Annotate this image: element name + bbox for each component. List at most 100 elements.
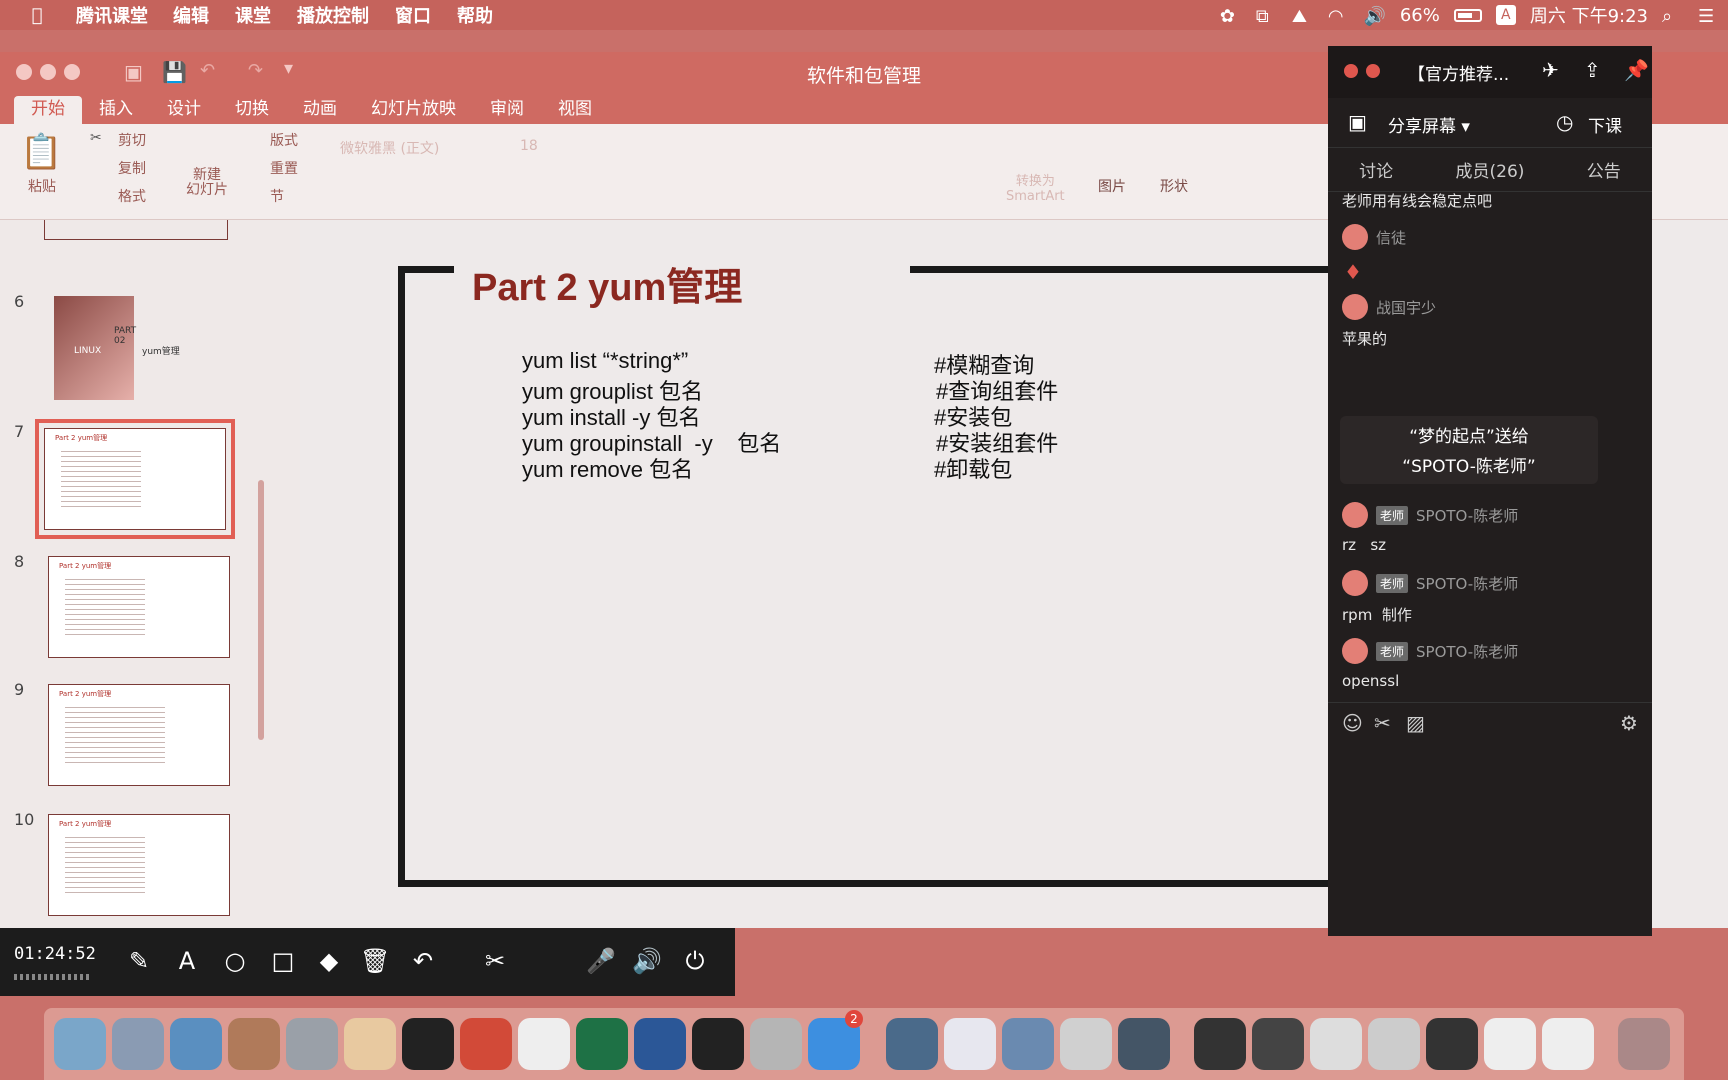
avatar[interactable] [1342,570,1368,596]
excel-icon[interactable] [576,1018,628,1070]
avatar[interactable] [1342,294,1368,320]
activity-monitor-icon[interactable] [1060,1018,1112,1070]
wechat-icon[interactable] [518,1018,570,1070]
menu-playback[interactable]: 播放控制 [284,2,382,28]
scissors-icon[interactable]: ✂ [480,946,510,976]
format-painter-button[interactable]: 格式 [118,186,146,206]
tab-review[interactable]: 审阅 [473,96,541,124]
rectangle-icon[interactable]: □ [268,946,298,976]
apple-icon[interactable]:  [18,5,56,26]
share-icon[interactable]: ⇪ [1584,58,1601,82]
pen-icon[interactable]: ✎ [124,946,154,976]
virtualbox-icon[interactable] [750,1018,802,1070]
trash-icon[interactable]: 🗑 [360,946,390,976]
scissors-icon[interactable]: ✂ [1374,711,1391,735]
finder-icon[interactable] [54,1018,106,1070]
close-chat-button[interactable] [1344,64,1358,78]
trash-icon[interactable] [1618,1018,1670,1070]
word-icon[interactable] [634,1018,686,1070]
undo-icon[interactable]: ↶ [408,946,438,976]
cut-icon[interactable]: ✂ [90,130,102,146]
terminal-icon[interactable] [402,1018,454,1070]
image-icon[interactable]: ▨ [1406,711,1425,735]
tab-transitions[interactable]: 切换 [218,96,286,124]
facetime-icon[interactable] [286,1018,338,1070]
clock[interactable]: 周六 下午9:23 [1530,2,1648,28]
microphone-icon[interactable]: 🎤 [586,946,616,976]
pin-icon[interactable]: 📌 [1624,58,1649,82]
menu-edit[interactable]: 编辑 [160,2,222,28]
send-icon[interactable]: ✈ [1542,58,1559,82]
paste-button[interactable]: 粘贴 [28,176,56,196]
menu-help[interactable]: 帮助 [444,2,506,28]
window-thumbnail[interactable] [1426,1018,1478,1070]
video-app-icon[interactable] [1002,1018,1054,1070]
tab-insert[interactable]: 插入 [82,96,150,124]
thumb-slide-10[interactable]: Part 2 yum管理 [48,814,230,916]
new-slide-button[interactable]: 新建 幻灯片 [186,168,228,198]
tab-home[interactable]: 开始 [14,96,82,124]
thumb-prev-partial[interactable] [44,220,228,240]
tab-view[interactable]: 视图 [541,96,609,124]
eraser-icon[interactable]: ◆ [314,946,344,976]
font-name-select[interactable]: 微软雅黑 (正文) [340,138,439,158]
copy-button[interactable]: 复制 [118,158,146,178]
section-button[interactable]: 节 [270,186,284,206]
window-thumbnail[interactable] [1310,1018,1362,1070]
window-thumbnail[interactable] [1194,1018,1246,1070]
window-thumbnail[interactable] [1368,1018,1420,1070]
avatar[interactable] [1342,502,1368,528]
tab-animations[interactable]: 动画 [286,96,354,124]
convert-smartart-button[interactable]: 转换为 SmartArt [1006,174,1065,204]
paste-icon[interactable]: 📋 [20,132,62,172]
thumb-slide-8[interactable]: Part 2 yum管理 [48,556,230,658]
share-screen-button[interactable]: 分享屏幕 ▾ [1388,112,1470,137]
reset-button[interactable]: 重置 [270,158,298,178]
circle-icon[interactable]: ○ [220,946,250,976]
emoji-icon[interactable]: ☺ [1342,711,1363,735]
safari-icon[interactable] [170,1018,222,1070]
font-size-select[interactable]: 18 [520,138,538,154]
settings-icon[interactable]: ⚙ [1620,711,1638,735]
window-thumbnail[interactable] [1542,1018,1594,1070]
wifi-icon[interactable]: ◠ [1328,6,1350,27]
battery-icon[interactable] [1453,8,1482,22]
avatar[interactable] [1342,638,1368,664]
command-line[interactable]: yum remove 包名 [522,452,693,484]
shape-button[interactable]: 形状 [1160,176,1188,196]
menu-class[interactable]: 课堂 [222,2,284,28]
window-thumbnail[interactable] [1484,1018,1536,1070]
slide-title[interactable]: Part 2 yum管理 [472,256,742,311]
tab-slideshow[interactable]: 幻灯片放映 [354,96,473,124]
tab-announcement[interactable]: 公告 [1587,157,1621,182]
layout-button[interactable]: 版式 [270,130,298,150]
chat-input[interactable] [1328,742,1652,936]
text-icon[interactable]: A [172,946,202,976]
volume-icon[interactable]: 🔊 [1364,6,1386,27]
photo-app-icon[interactable] [228,1018,280,1070]
window-thumbnail[interactable] [1252,1018,1304,1070]
tab-discussion[interactable]: 讨论 [1359,157,1393,182]
search-icon[interactable]: ⌕ [1662,6,1684,27]
command-line[interactable]: yum list “*string*” [522,348,688,374]
notification-center-icon[interactable]: ☰ [1698,6,1720,27]
tab-members[interactable]: 成员(26) [1456,157,1525,182]
avatar[interactable] [1342,224,1368,250]
thumb-slide-7[interactable]: Part 2 yum管理 [35,419,235,539]
powerpoint-icon[interactable] [460,1018,512,1070]
menu-window[interactable]: 窗口 [382,2,444,28]
qq-icon[interactable] [692,1018,744,1070]
minimize-chat-button[interactable] [1366,64,1380,78]
status-app-icon[interactable]: ✿ [1220,6,1242,27]
input-method-icon[interactable]: A [1495,5,1516,25]
picture-button[interactable]: 图片 [1098,176,1126,196]
notes-icon[interactable] [344,1018,396,1070]
speaker-icon[interactable]: 🔊 [632,946,662,976]
thumbnails-scrollbar[interactable] [258,480,264,740]
mountain-icon[interactable]: ⛰ [1292,6,1314,27]
end-class-button[interactable]: 下课 [1588,112,1622,137]
power-icon[interactable]: ⏻ [680,946,710,976]
menu-app-name[interactable]: 腾讯课堂 [56,2,160,28]
tab-design[interactable]: 设计 [150,96,218,124]
launchpad-icon[interactable] [112,1018,164,1070]
